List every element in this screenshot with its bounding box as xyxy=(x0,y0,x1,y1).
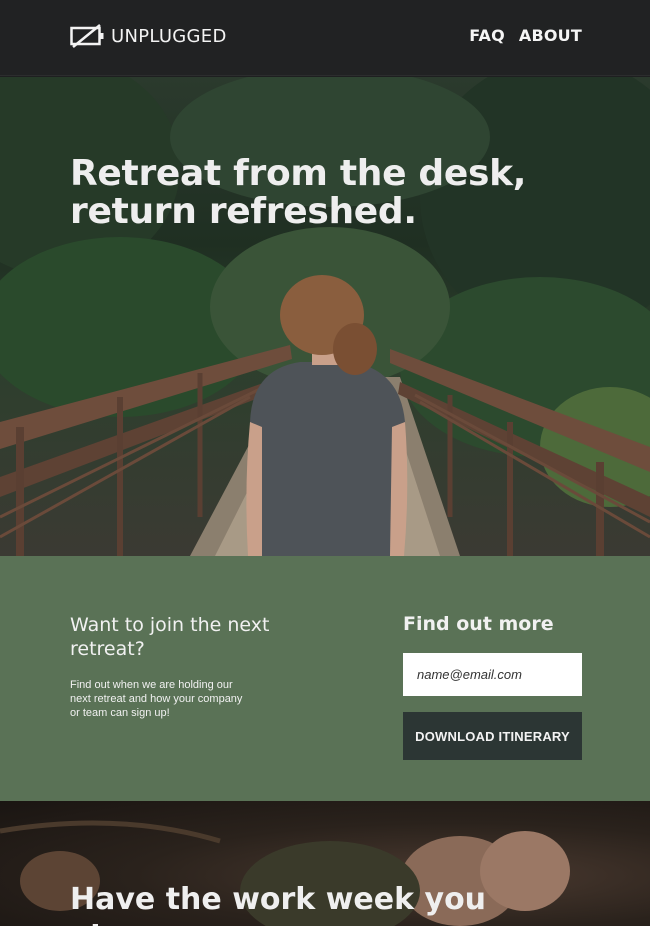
find-out-more-title: Find out more xyxy=(403,613,554,635)
main-nav: FAQ ABOUT xyxy=(469,26,582,45)
download-itinerary-button[interactable]: DOWNLOAD ITINERARY xyxy=(403,712,582,760)
unplugged-battery-icon xyxy=(70,24,104,48)
hero-section: Retreat from the desk, return refreshed. xyxy=(0,77,650,556)
hero-title-line1: Retreat from the desk, xyxy=(70,153,527,194)
bottom-section: Have the work week you always xyxy=(0,801,650,926)
join-description: Find out when we are holding our next re… xyxy=(70,679,243,719)
hero-title-line2: return refreshed. xyxy=(70,191,417,232)
join-title: Want to join the next retreat? xyxy=(70,614,270,660)
email-input[interactable] xyxy=(403,653,582,696)
bottom-title: Have the work week you always xyxy=(70,882,487,926)
logo-text: UNPLUGGED xyxy=(111,25,227,47)
signup-section: Want to join the next retreat? Find out … xyxy=(0,556,650,801)
logo[interactable]: UNPLUGGED xyxy=(70,23,227,49)
site-header: UNPLUGGED FAQ ABOUT xyxy=(0,0,650,76)
hero-image xyxy=(0,77,650,556)
nav-about-link[interactable]: ABOUT xyxy=(519,26,582,45)
nav-faq-link[interactable]: FAQ xyxy=(469,26,505,45)
hero-title: Retreat from the desk, return refreshed. xyxy=(70,155,550,231)
